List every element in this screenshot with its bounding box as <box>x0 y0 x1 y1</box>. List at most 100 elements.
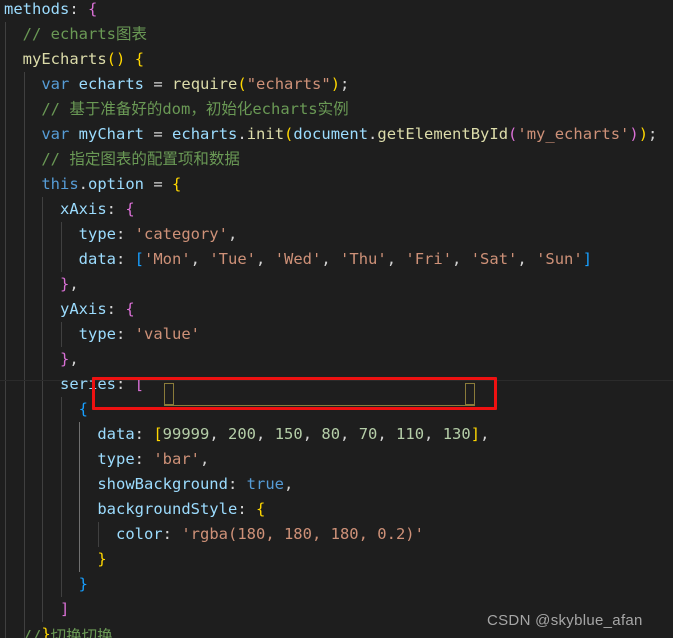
code-token: type <box>97 450 135 468</box>
code-token: backgroundStyle <box>97 500 238 518</box>
code-line[interactable]: var echarts = require("echarts"); <box>4 72 673 97</box>
code-token: , <box>69 275 79 293</box>
code-token: { <box>172 175 182 193</box>
code-token: 110 <box>396 425 425 443</box>
code-line[interactable]: data: ['Mon', 'Tue', 'Wed', 'Thu', 'Fri'… <box>4 247 673 272</box>
code-token: [ <box>153 425 163 443</box>
code-line[interactable]: type: 'bar', <box>4 447 673 472</box>
code-line[interactable]: } <box>4 547 673 572</box>
code-token: type <box>78 325 116 343</box>
code-token: : <box>237 500 256 518</box>
code-token: ( <box>237 75 247 93</box>
code-line[interactable]: var myChart = echarts.init(document.getE… <box>4 122 673 147</box>
code-line[interactable]: { <box>4 397 673 422</box>
code-token: { <box>134 50 145 68</box>
code-token: , <box>517 250 537 268</box>
code-line[interactable]: } <box>4 572 673 597</box>
code-token: showBackground <box>97 475 228 493</box>
code-token: } <box>60 350 70 368</box>
code-token: : <box>69 0 88 18</box>
code-token: : <box>115 250 135 268</box>
code-line[interactable]: type: 'value' <box>4 322 673 347</box>
code-token: getElementById <box>377 125 509 143</box>
code-token: data <box>78 250 116 268</box>
code-token: 'my_echarts' <box>517 125 630 143</box>
code-token: , <box>340 425 359 443</box>
code-token: { <box>125 300 135 318</box>
code-editor-pane[interactable]: methods: { // echarts图表 myEcharts() { va… <box>0 0 673 638</box>
code-token: 70 <box>358 425 378 443</box>
code-token: , <box>377 425 397 443</box>
code-line[interactable]: color: 'rgba(180, 180, 180, 0.2)' <box>4 522 673 547</box>
code-token: , <box>209 425 229 443</box>
code-token: , <box>386 250 406 268</box>
code-token: } <box>78 575 88 593</box>
code-token: this <box>41 175 79 193</box>
code-token: color <box>115 525 163 543</box>
code-token: : <box>116 375 135 393</box>
code-line[interactable]: xAxis: { <box>4 197 673 222</box>
code-token: 'rgba(180, 180, 180, 0.2)' <box>181 525 424 543</box>
code-token: . <box>78 175 88 193</box>
code-token: 99999 <box>162 425 210 443</box>
code-token: : <box>227 475 247 493</box>
code-line[interactable]: methods: { <box>4 0 673 22</box>
bracket-match-open-highlight <box>164 383 174 405</box>
code-line[interactable]: data: [99999, 200, 150, 80, 70, 110, 130… <box>4 422 673 447</box>
code-token: 'Sun' <box>536 250 583 268</box>
code-line[interactable]: }, <box>4 347 673 372</box>
code-line[interactable]: }, <box>4 272 673 297</box>
code-line[interactable]: // 基于准备好的dom，初始化echarts实例 <box>4 97 673 122</box>
code-token: . <box>237 125 247 143</box>
code-token: : <box>162 525 182 543</box>
code-token: document <box>293 125 369 143</box>
code-token: { <box>88 0 98 18</box>
code-token: xAxis <box>60 200 107 218</box>
code-token: 'value' <box>134 325 200 343</box>
code-token: = <box>153 125 163 143</box>
code-line[interactable]: backgroundStyle: { <box>4 497 673 522</box>
code-token: series <box>60 375 116 393</box>
code-text-layer[interactable]: methods: { // echarts图表 myEcharts() { va… <box>0 0 673 638</box>
code-token: , <box>452 250 471 268</box>
code-line[interactable]: yAxis: { <box>4 297 673 322</box>
code-line[interactable]: series: [ <box>4 372 673 397</box>
code-line[interactable]: this.option = { <box>4 172 673 197</box>
code-token: 'bar' <box>153 450 200 468</box>
code-token: var <box>41 75 70 93</box>
code-token: type <box>78 225 116 243</box>
code-token: ] <box>470 425 481 443</box>
code-token: 'Tue' <box>209 250 257 268</box>
code-token: : <box>134 450 154 468</box>
code-line[interactable]: type: 'category', <box>4 222 673 247</box>
code-token: var <box>41 125 70 143</box>
code-token: true <box>246 475 284 493</box>
code-line[interactable]: // echarts图表 <box>4 22 673 47</box>
code-token: 130 <box>442 425 471 443</box>
code-token: ] <box>60 600 70 618</box>
code-line[interactable]: myEcharts() { <box>4 47 673 72</box>
code-token: // 指定图表的配置项和数据 <box>41 150 240 168</box>
code-token: , <box>321 250 341 268</box>
code-token: 'category' <box>134 225 228 243</box>
code-line[interactable]: showBackground: true, <box>4 472 673 497</box>
code-token: : <box>115 325 135 343</box>
code-line[interactable]: // 指定图表的配置项和数据 <box>4 147 673 172</box>
